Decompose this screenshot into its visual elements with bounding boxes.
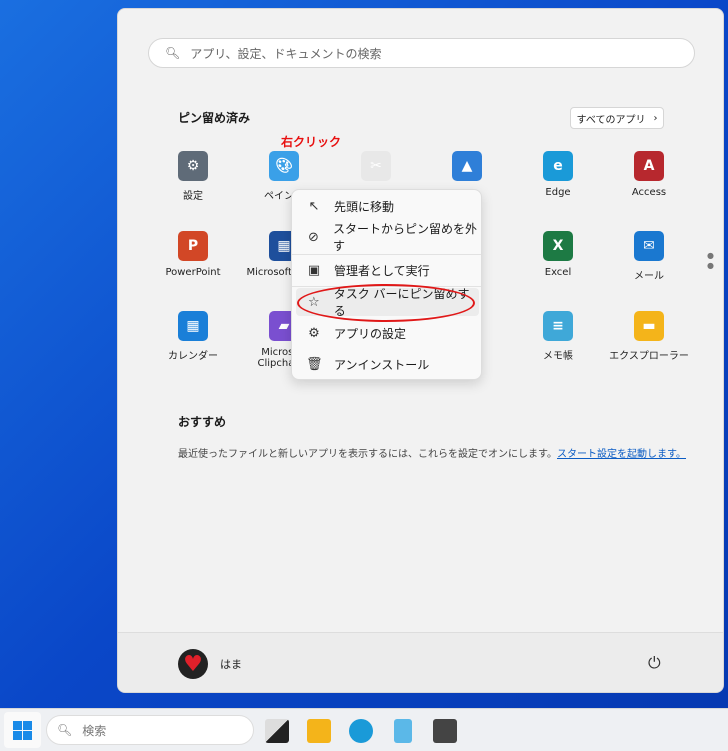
context-menu-item[interactable]: ⊘ スタートからピン留めを外す (296, 222, 479, 253)
admin-shield-icon: ▣ (307, 262, 321, 278)
taskbar: 🔍︎ 検索 (0, 708, 728, 751)
gear-icon: ⚙ (178, 151, 208, 181)
access-icon: A (634, 151, 664, 181)
pinned-app[interactable]: ✉ メール (604, 231, 694, 282)
app-label: メモ帳 (543, 351, 573, 362)
notepad-icon[interactable] (394, 719, 412, 743)
app-label: Edge (545, 187, 571, 198)
calendar-icon: ▦ (178, 311, 208, 341)
app-label: Excel (544, 267, 572, 278)
divider (292, 254, 481, 255)
app-label: PowerPoint (165, 267, 221, 278)
page-dots[interactable]: ● ● (707, 251, 714, 271)
recommended-title: おすすめ (178, 415, 227, 429)
search-icon: 🔍︎ (165, 46, 181, 60)
taskbar-search[interactable]: 🔍︎ 検索 (46, 715, 254, 745)
pinned-app[interactable]: ⚙ 設定 (148, 151, 238, 202)
context-menu-item[interactable]: ▣ 管理者として実行 (296, 256, 479, 284)
user-name[interactable]: はま (220, 656, 242, 672)
avatar[interactable]: ♥ (178, 649, 208, 679)
all-apps-button[interactable]: すべてのアプリ › (570, 107, 664, 129)
excel-icon: X (543, 231, 573, 261)
pinned-app[interactable]: ✂ (331, 151, 421, 187)
task-view-icon[interactable] (265, 719, 289, 743)
app-label: エクスプローラー (609, 351, 689, 362)
magnifier-app-icon[interactable] (433, 719, 457, 743)
edge-icon[interactable] (349, 719, 373, 743)
pinned-app[interactable]: ▬ エクスプローラー (604, 311, 694, 362)
arrow-up-left-icon: ↖ (308, 198, 320, 214)
highlight-oval-annotation (297, 284, 475, 322)
edge-icon: e (543, 151, 573, 181)
pinned-title: ピン留め済み (178, 111, 251, 125)
trash-icon: 🗑︎ (306, 356, 323, 372)
gear-icon: ⚙ (308, 325, 320, 341)
context-menu-item[interactable]: ↖ 先頭に移動 (296, 192, 479, 220)
photos-icon: ▲ (452, 151, 482, 181)
chevron-right-icon: › (653, 112, 658, 124)
start-footer: ♥ はま ⏻ (118, 632, 723, 692)
notepad-icon: ≡ (543, 311, 573, 341)
search-icon: 🔍︎ (57, 723, 73, 737)
file-explorer-icon[interactable] (307, 719, 331, 743)
start-button[interactable] (4, 712, 41, 748)
pinned-app[interactable]: ▦ カレンダー (148, 311, 238, 362)
context-menu-item[interactable]: ⚙ アプリの設定 (296, 319, 479, 347)
pinned-app[interactable]: X Excel (513, 231, 603, 278)
app-label: Access (631, 187, 667, 198)
pinned-app[interactable]: e Edge (513, 151, 603, 198)
pinned-app[interactable]: A Access (604, 151, 694, 198)
mail-icon: ✉ (634, 231, 664, 261)
search-input[interactable]: 🔍︎ アプリ、設定、ドキュメントの検索 (148, 38, 695, 68)
folder-icon: ▬ (634, 311, 664, 341)
snipping-tool-icon: ✂ (361, 151, 391, 181)
app-label: メール (634, 271, 664, 282)
annotation-right-click: 右クリック (281, 135, 342, 149)
unpin-icon: ⊘ (308, 229, 319, 245)
app-label: カレンダー (168, 351, 218, 362)
powerpoint-icon: P (178, 231, 208, 261)
pinned-app[interactable]: ≡ メモ帳 (513, 311, 603, 362)
start-settings-link[interactable]: スタート設定を起動します。 (557, 449, 686, 460)
pinned-app[interactable]: P PowerPoint (148, 231, 238, 278)
power-icon[interactable]: ⏻ (648, 653, 661, 673)
paint-palette-icon: 🎨︎ (269, 151, 299, 181)
app-label: 設定 (183, 191, 203, 202)
pinned-app[interactable]: ▲ (422, 151, 512, 187)
context-menu-item[interactable]: 🗑︎ アンインストール (296, 350, 479, 378)
recommended-text: 最近使ったファイルと新しいアプリを表示するには、これらを設定でオンにします。スタ… (178, 449, 686, 460)
